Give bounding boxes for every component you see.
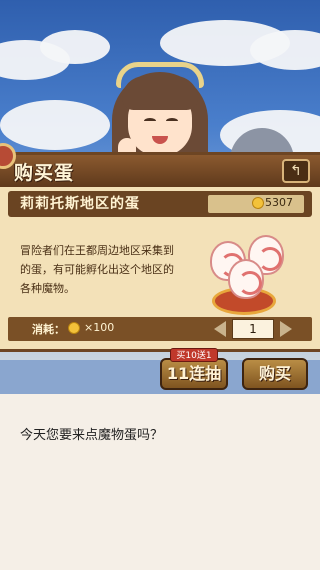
cloud <box>250 30 320 70</box>
description-line: 各种魔物。 <box>20 282 75 295</box>
cost-label: 消耗： <box>32 323 65 336</box>
increase-arrow-icon[interactable] <box>280 321 292 337</box>
cost-value: ×100 <box>84 321 115 334</box>
dialogue-box[interactable]: 今天您要来点魔物蛋吗？ <box>0 394 320 570</box>
bonus-badge: 买10送1 <box>170 348 218 362</box>
description-line: 的蛋，有可能孵化出这个地区的 <box>20 263 174 276</box>
gold-display: 5307 <box>208 195 304 213</box>
dialogue-text: 今天您要来点魔物蛋吗？ <box>20 428 164 443</box>
return-arrow-icon[interactable]: ↰ <box>282 159 310 183</box>
gold-coin-icon <box>68 322 80 334</box>
egg-icon <box>228 259 264 299</box>
decrease-arrow-icon[interactable] <box>214 321 226 337</box>
region-name: 莉莉托斯地区的蛋 <box>20 196 140 212</box>
gold-coin-icon <box>252 197 264 209</box>
egg-description: 冒险者们在王都周边地区采集到 的蛋，有可能孵化出这个地区的 各种魔物。 <box>20 241 185 298</box>
panel-title: 购买蛋 <box>14 162 75 184</box>
cloud <box>40 30 110 64</box>
buy-button[interactable]: 购买 <box>242 358 308 390</box>
panel-header: 购买蛋 ↰ <box>0 143 320 187</box>
gold-amount: 5307 <box>265 196 293 209</box>
egg-purchase-panel: 购买蛋 ↰ 莉莉托斯地区的蛋 5307 冒险者们在王都周边地区采集到 的蛋，有可… <box>0 143 320 352</box>
description-line: 冒险者们在王都周边地区采集到 <box>20 244 174 257</box>
cloud <box>0 100 110 150</box>
quantity-field[interactable]: 1 <box>232 319 274 339</box>
region-header: 莉莉托斯地区的蛋 5307 <box>8 191 312 217</box>
cost-bar: 消耗： ×100 1 <box>8 317 312 341</box>
egg-nest-illustration <box>204 229 296 321</box>
